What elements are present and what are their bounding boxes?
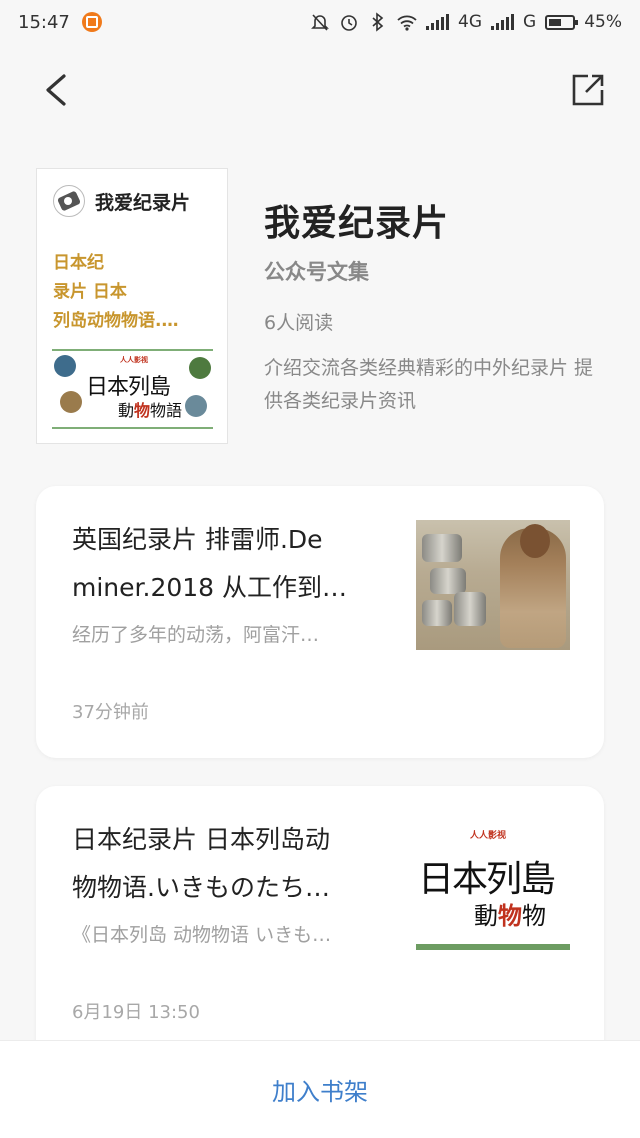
article-title: 日本纪录片 日本列岛动 物物语.いきものたち… — [72, 816, 384, 912]
japan-islands-thumb: 人人影视 日本列島 動物物 — [416, 820, 570, 950]
bluetooth-icon — [368, 12, 388, 32]
bottom-bar: 加入书架 — [0, 1040, 640, 1138]
cover-thumbnail: 人人影视 日本列島 動物物語 — [52, 349, 213, 429]
collection-cover[interactable]: 我爱纪录片 日本纪 录片 日本 列岛动物物语.… 人人影视 日本列島 動物物語 — [36, 168, 228, 444]
page-subtitle: 公众号文集 — [264, 259, 369, 284]
top-nav — [0, 60, 640, 120]
pot-shape — [430, 568, 466, 594]
article-thumbnail — [416, 520, 570, 650]
decor-circle — [54, 355, 76, 377]
network-type-1: 4G — [458, 12, 483, 32]
article-time: 37分钟前 — [72, 702, 149, 723]
collection-description: 介绍交流各类经典精彩的中外纪录片 提供各类纪录片资讯 — [264, 357, 594, 412]
deminer-photo — [416, 520, 570, 650]
thumb-subtitle: 動物物 — [474, 901, 546, 930]
article-title: 英国纪录片 排雷师.De miner.2018 从工作到… — [72, 516, 384, 612]
article-summary: 《日本列岛 动物物语 いきも… — [72, 924, 332, 946]
network-type-2: G — [523, 12, 537, 32]
wifi-icon — [397, 12, 417, 32]
article-title-line: 英国纪录片 排雷师.De — [72, 525, 323, 554]
add-to-bookshelf-button[interactable]: 加入书架 — [272, 1072, 368, 1107]
status-bar: 15:47 4G G 45% — [0, 0, 640, 44]
collection-header: 我爱纪录片 日本纪 录片 日本 列岛动物物语.… 人人影视 日本列島 動物物語 … — [36, 168, 616, 448]
thumb-logo: 人人影视 — [470, 831, 507, 841]
article-title-line: 日本纪录片 日本列岛动 — [72, 825, 330, 854]
clock: 15:47 — [18, 11, 70, 33]
article-title-line: 物物语.いきものたち… — [72, 873, 330, 902]
cover-account-name: 我爱纪录片 — [95, 191, 191, 214]
cover-header: 我爱纪录片 — [53, 185, 190, 217]
battery-icon — [545, 14, 579, 30]
pot-shape — [422, 600, 452, 626]
cover-title-line: 日本纪 — [53, 253, 104, 273]
article-title-line: miner.2018 从工作到… — [72, 573, 348, 602]
share-external-icon — [572, 74, 604, 106]
status-right: 4G G 45% — [310, 12, 622, 32]
article-thumbnail: 人人影视 日本列島 動物物 — [416, 820, 570, 950]
decor-circle — [189, 357, 211, 379]
alarm-icon — [339, 12, 359, 32]
decor-circle — [185, 395, 207, 417]
decor-circle — [60, 391, 82, 413]
cover-title-line: 列岛动物物语.… — [53, 311, 179, 331]
signal-icon — [426, 14, 450, 30]
person-head-shape — [520, 524, 550, 558]
cover-title: 日本纪 录片 日本 列岛动物物语.… — [53, 249, 217, 336]
thumb-logo: 人人影视 — [120, 356, 148, 364]
mute-icon — [310, 12, 330, 32]
pot-shape — [422, 534, 462, 562]
reader-count: 6人阅读 — [264, 312, 334, 334]
pot-shape — [454, 592, 486, 626]
battery-percent: 45% — [584, 12, 622, 32]
cover-title-line: 录片 日本 — [53, 282, 127, 302]
article-summary: 经历了多年的动荡，阿富汗… — [72, 624, 320, 646]
thumb-title: 日本列島 — [418, 859, 556, 900]
account-logo-icon — [53, 185, 85, 217]
share-button[interactable] — [568, 70, 608, 110]
article-time: 6月19日 13:50 — [72, 1002, 200, 1023]
article-card[interactable]: 英国纪录片 排雷师.De miner.2018 从工作到… 经历了多年的动荡，阿… — [36, 486, 604, 758]
thumb-subtitle: 動物物語 — [118, 401, 183, 420]
chevron-left-icon — [46, 74, 66, 106]
page-title: 我爱纪录片 — [264, 202, 450, 244]
signal-icon-2 — [491, 14, 515, 30]
back-button[interactable] — [36, 68, 80, 112]
status-left: 15:47 — [18, 12, 102, 33]
notification-app-icon — [81, 12, 102, 32]
